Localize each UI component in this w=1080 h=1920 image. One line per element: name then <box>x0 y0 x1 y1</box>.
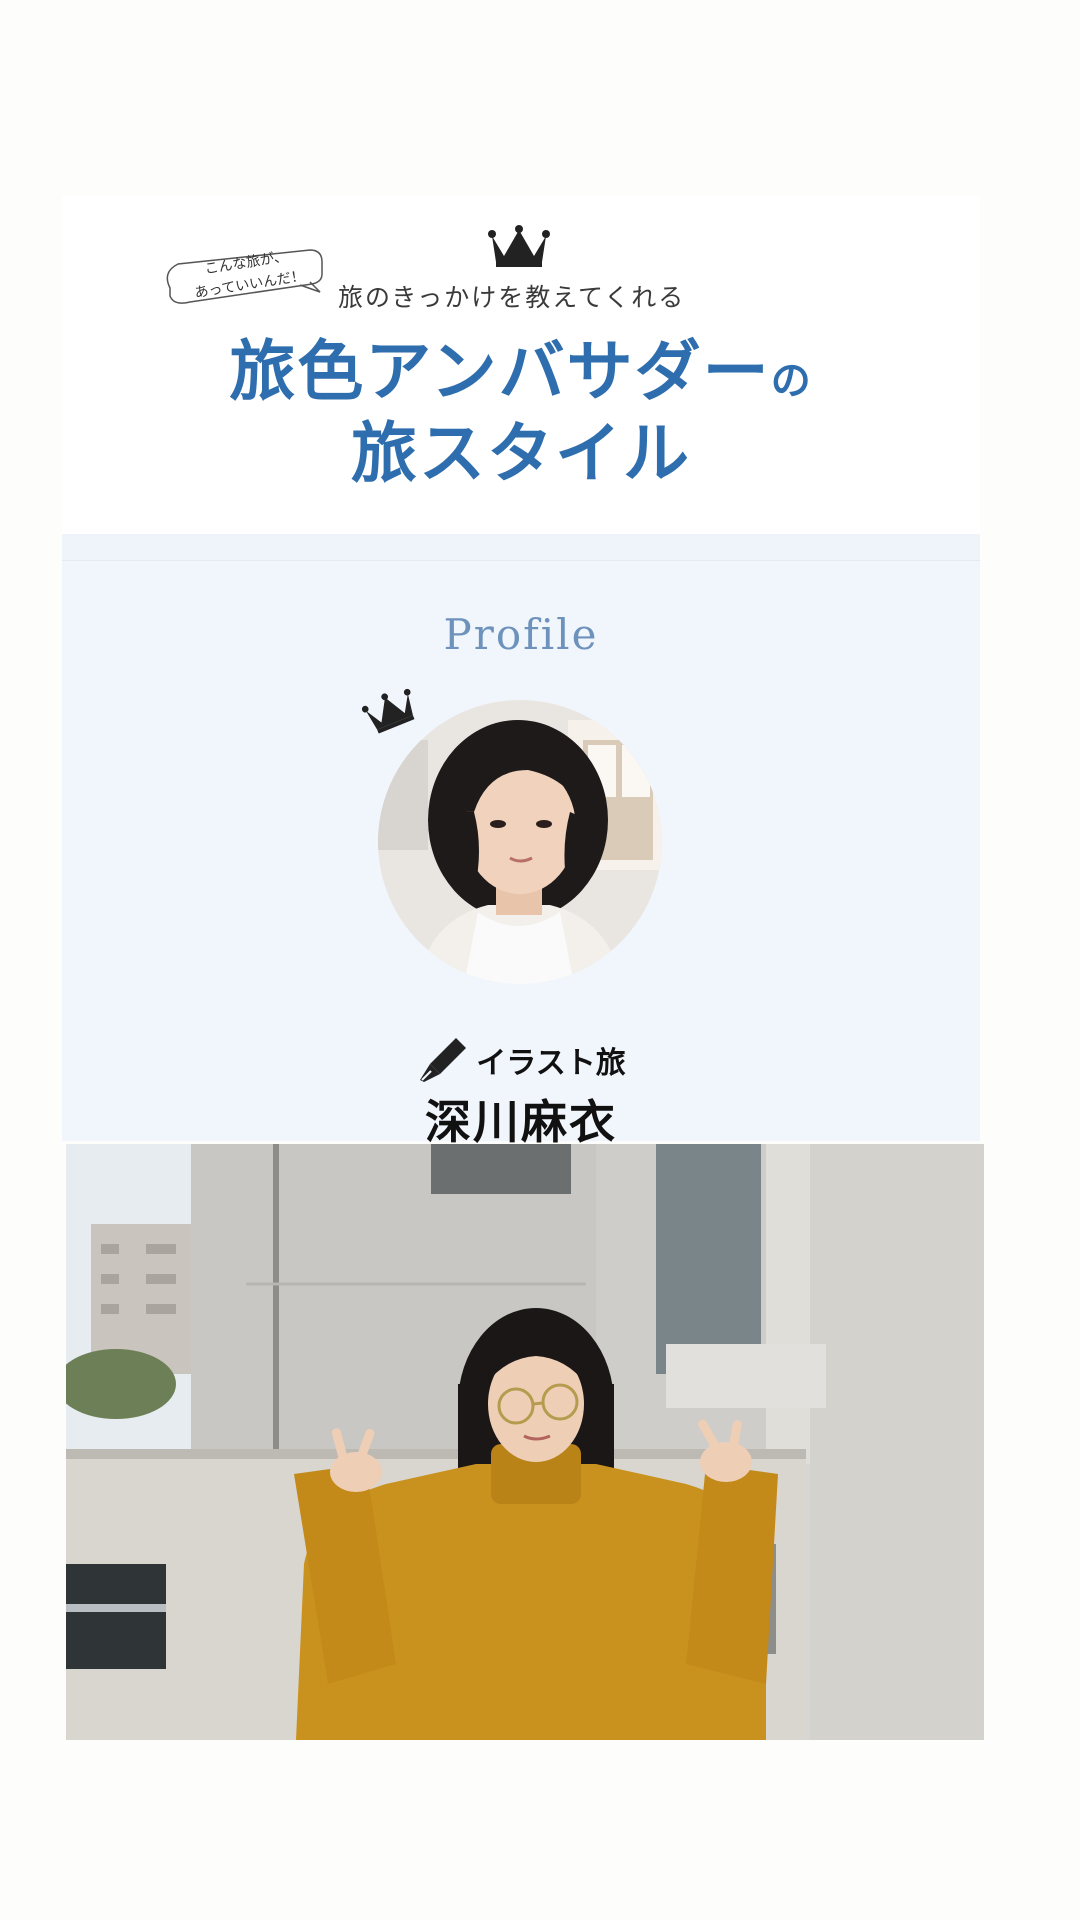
feature-photo-illustration <box>66 1144 984 1740</box>
avatar-illustration <box>378 700 662 984</box>
category-label: イラスト旅 <box>476 1046 626 1081</box>
title-particle: の <box>770 357 813 404</box>
crown-icon <box>488 225 550 267</box>
avatar <box>378 700 662 984</box>
pen-icon <box>420 1038 467 1082</box>
profile-category: イラスト旅 <box>62 1036 980 1084</box>
profile-heading: Profile <box>443 610 599 659</box>
profile-name: 深川麻衣 <box>425 1095 617 1149</box>
profile-band <box>62 534 980 561</box>
title-main: 旅色アンバサダー <box>229 332 771 410</box>
header-subtitle: 旅のきっかけを教えてくれる <box>338 283 686 312</box>
header-title-line-2: 旅スタイル <box>351 414 691 492</box>
feature-photo <box>66 1144 984 1740</box>
